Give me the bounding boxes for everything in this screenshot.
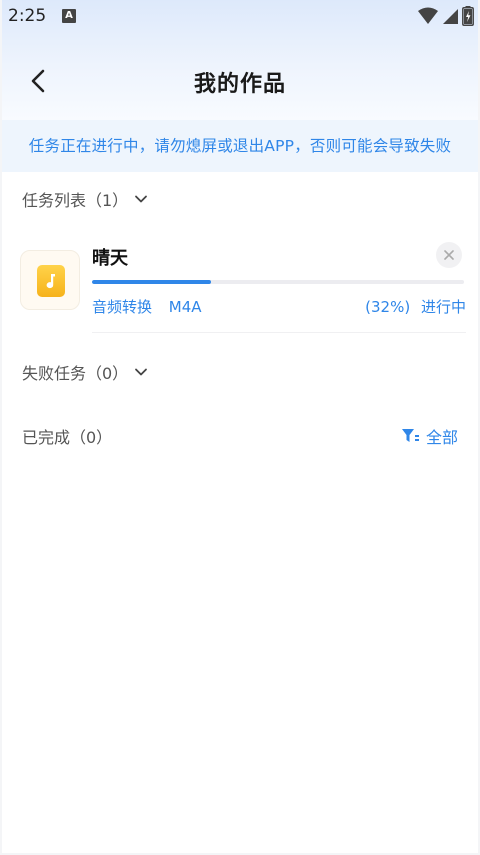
filter-button[interactable]: 全部 xyxy=(401,424,458,448)
task-meta: 音频转换 M4A xyxy=(92,296,202,317)
filter-icon xyxy=(401,429,419,442)
task-thumbnail xyxy=(20,250,80,310)
task-list-label: 任务列表（1） xyxy=(22,191,129,210)
filter-label: 全部 xyxy=(425,428,458,447)
page-title: 我的作品 xyxy=(193,72,286,97)
progress-bar xyxy=(92,280,464,284)
signal-icon xyxy=(443,9,458,24)
task-name: 晴天 xyxy=(92,248,128,269)
battery-icon xyxy=(462,6,474,26)
wifi-icon xyxy=(418,7,438,24)
status-time: 2:25 xyxy=(8,6,47,26)
warning-banner: 任务正在进行中，请勿熄屏或退出APP，否则可能会导致失败 xyxy=(2,120,478,172)
task-percent: (32%) xyxy=(365,298,411,316)
task-state: 进行中 xyxy=(420,298,466,316)
task-list-toggle[interactable]: 任务列表（1） xyxy=(22,187,148,211)
status-icons xyxy=(418,6,474,26)
progress-fill xyxy=(92,280,212,284)
task-card[interactable]: 晴天 音频转换 M4A (32%) 进行中 xyxy=(20,236,466,332)
completed-section: 已完成（0） xyxy=(22,424,112,448)
app-header: 我的作品 xyxy=(2,54,478,106)
app-screen: 2:25 A 我的作品 任务正在进行中，请勿熄屏或退出APP，否则可能会导致失败… xyxy=(2,0,478,853)
cancel-task-button[interactable] xyxy=(436,242,462,268)
task-type: 音频转换 xyxy=(92,298,153,316)
task-status: (32%) 进行中 xyxy=(365,296,466,317)
music-file-icon xyxy=(37,265,65,297)
notification-icon: A xyxy=(62,9,76,23)
failed-tasks-label: 失败任务（0） xyxy=(22,364,129,383)
close-icon xyxy=(444,250,454,260)
chevron-down-icon xyxy=(135,368,148,376)
chevron-down-icon xyxy=(135,195,148,203)
task-format: M4A xyxy=(168,298,202,316)
failed-tasks-toggle[interactable]: 失败任务（0） xyxy=(22,360,148,384)
status-bar: 2:25 A xyxy=(2,0,478,34)
divider xyxy=(92,332,466,333)
completed-label: 已完成（0） xyxy=(22,428,113,447)
